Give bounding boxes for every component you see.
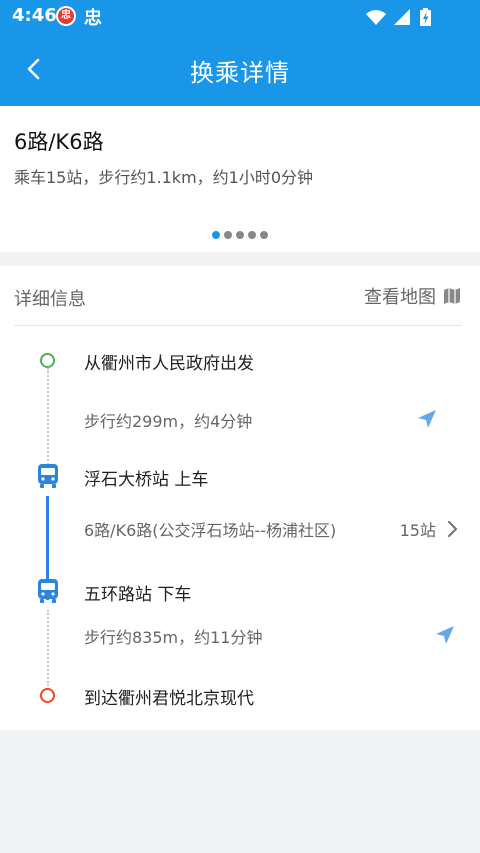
pager-dot [224,231,232,239]
stops-count: 15站 [399,521,436,540]
pager-dot [248,231,256,239]
page-title: 换乘详情 [190,59,290,87]
start-circle-icon [40,353,55,368]
signal-icon [394,9,410,25]
status-time: 4:46 [12,5,57,26]
walk-connector-line [47,610,49,686]
ride-line-text: 6路/K6路(公交浮石场站--杨浦社区) [84,521,337,540]
chevron-right-icon [447,520,458,538]
wifi-icon [366,10,386,25]
battery-charging-icon [420,8,431,26]
status-icons [366,8,431,26]
navigation-arrow-icon[interactable] [434,624,456,646]
status-bar: 4:46 忠 忠 [0,0,480,32]
start-step-title: 从衢州市人民政府出发 [84,354,254,374]
walk-connector-line [47,368,49,472]
view-map-label: 查看地图 [364,287,436,308]
walk-step-text: 步行约299m，约4分钟 [84,412,253,431]
route-name: 6路/K6路 [14,130,104,154]
walk-step-text: 步行约835m，约11分钟 [84,628,263,647]
app-toolbar: 换乘详情 [0,32,480,106]
map-icon [444,288,460,304]
route-summary: 乘车15站，步行约1.1km，约1小时0分钟 [14,168,314,187]
board-step-title: 浮石大桥站 上车 [84,470,209,490]
detail-card: 详细信息 查看地图 从衢州市人民政府出发 步行约299m，约4分钟 浮石大桥站 … [0,266,480,730]
view-map-button[interactable]: 查看地图 [364,283,462,309]
end-circle-icon [40,688,55,703]
app-notification-icon-2: 忠 [84,8,102,29]
end-step-title: 到达衢州君悦北京现代 [84,689,254,709]
pager-dot [260,231,268,239]
detail-header: 详细信息 查看地图 [14,266,462,326]
pager-dot-active [212,231,220,239]
navigation-arrow-icon[interactable] [416,408,438,430]
route-timeline: 从衢州市人民政府出发 步行约299m，约4分钟 浮石大桥站 上车 6路/K6路(… [0,326,480,730]
app-notification-icon: 忠 [56,6,76,26]
bus-icon [38,579,58,603]
pager-indicator [0,231,480,239]
alight-step-title: 五环路站 下车 [84,585,192,605]
bus-icon [38,464,58,488]
detail-title: 详细信息 [14,289,86,310]
pager-dot [236,231,244,239]
stops-count-button[interactable]: 15站 [400,517,458,541]
route-summary-card[interactable]: 6路/K6路 乘车15站，步行约1.1km，约1小时0分钟 [0,106,480,252]
